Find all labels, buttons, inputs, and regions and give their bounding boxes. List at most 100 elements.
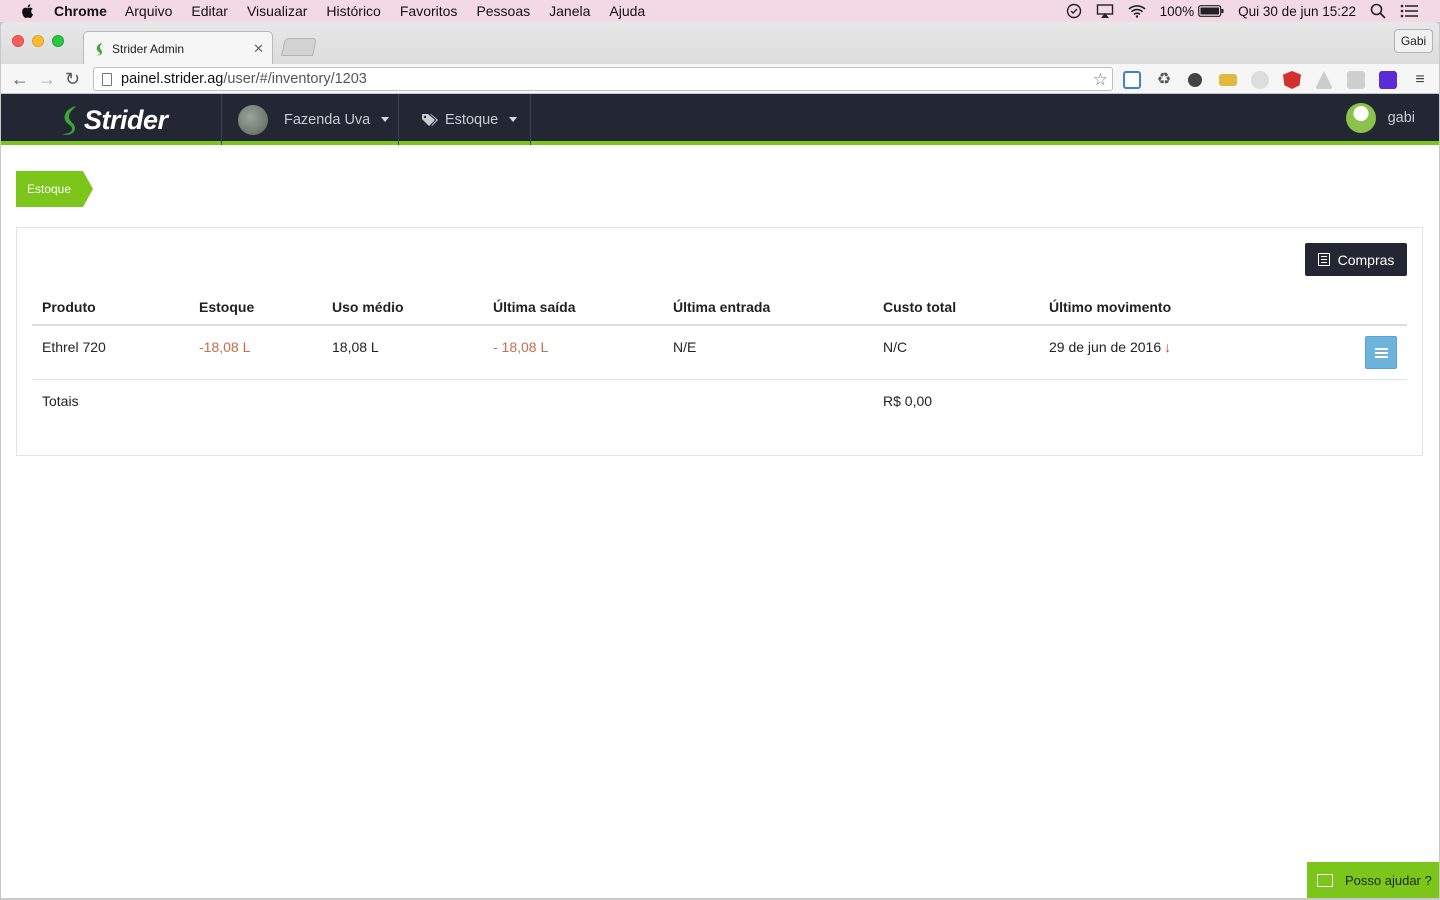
url-path: /user/#/inventory/1203	[223, 71, 367, 87]
apple-icon[interactable]	[20, 3, 36, 19]
strider-favicon-icon	[96, 42, 102, 55]
window-maximize-button[interactable]	[52, 35, 64, 47]
estoque-menu-dropdown[interactable]: Estoque	[398, 94, 531, 145]
window-controls	[12, 35, 64, 47]
cell-produto: Ethrel 720	[32, 325, 189, 380]
menubar-clock[interactable]: Qui 30 de jun 15:22	[1238, 4, 1356, 19]
inventory-table: Produto Estoque Uso médio Última saída Ú…	[32, 290, 1407, 425]
cell-uso-medio: 18,08 L	[322, 325, 483, 380]
estoque-menu-label: Estoque	[445, 111, 499, 128]
page-content: Estoque Compras Produto Estoque Uso médi…	[1, 149, 1439, 898]
forward-arrow-icon[interactable]: →	[38, 69, 56, 89]
user-avatar	[1345, 103, 1376, 133]
user-menu[interactable]: gabi	[1345, 103, 1415, 133]
cell-estoque: -18,08 L	[189, 325, 322, 380]
reload-icon[interactable]: ↻	[65, 69, 80, 89]
cell-ultimo-movimento: 29 de jun de 2016 ↓	[1039, 325, 1347, 380]
inventory-panel: Compras Produto Estoque Uso médio Última…	[16, 227, 1423, 456]
col-ultima-saida[interactable]: Última saída	[483, 290, 663, 326]
page-info-icon[interactable]	[102, 72, 112, 86]
farm-selector-dropdown[interactable]: Fazenda Uva	[221, 94, 398, 145]
airplay-icon[interactable]	[1096, 3, 1114, 19]
recycle-extension-icon[interactable]: ♻	[1155, 71, 1173, 89]
menu-favoritos[interactable]: Favoritos	[400, 3, 458, 19]
strider-leaf-icon	[62, 106, 76, 135]
vue-extension-icon[interactable]	[1251, 71, 1269, 89]
spotlight-search-icon[interactable]	[1370, 3, 1386, 19]
window-minimize-button[interactable]	[32, 35, 44, 47]
profile-button[interactable]: Gabi	[1394, 29, 1433, 53]
list-document-icon	[1317, 253, 1330, 266]
help-label: Posso ajudar ?	[1345, 872, 1432, 888]
menu-pessoas[interactable]: Pessoas	[476, 3, 530, 19]
menu-arquivo[interactable]: Arquivo	[125, 3, 172, 19]
totals-row: Totais R$ 0,00	[32, 379, 1407, 425]
address-bar[interactable]: painel.strider.ag/user/#/inventory/1203 …	[93, 67, 1113, 91]
breadcrumb-estoque[interactable]: Estoque	[16, 171, 94, 207]
cell-ultima-entrada: N/E	[663, 325, 873, 380]
cell-actions	[1347, 325, 1407, 380]
totals-custo-total: R$ 0,00	[883, 392, 933, 409]
farm-photo-avatar	[238, 104, 268, 135]
tags-icon	[422, 113, 438, 126]
farm-name: Fazenda Uva	[284, 111, 371, 128]
browser-titlebar: Strider Admin ✕ Gabi	[1, 22, 1439, 65]
tab-title: Strider Admin	[112, 41, 185, 56]
chrome-menu-icon[interactable]: ≡	[1411, 71, 1429, 89]
cell-custo-total: N/C	[873, 325, 1039, 380]
angular-extension-icon[interactable]	[1283, 71, 1301, 89]
battery-icon[interactable]	[1198, 5, 1224, 17]
back-arrow-icon[interactable]: ←	[11, 69, 29, 89]
menu-janela[interactable]: Janela	[549, 3, 590, 19]
ultimo-movimento-date: 29 de jun de 2016	[1049, 339, 1162, 355]
totals-label: Totais	[42, 392, 79, 409]
col-produto[interactable]: Produto	[32, 290, 189, 326]
menu-ajuda[interactable]: Ajuda	[609, 3, 645, 19]
drive-extension-icon[interactable]	[1315, 71, 1333, 89]
checkmark-status-icon[interactable]	[1066, 3, 1082, 19]
row-details-button[interactable]	[1365, 336, 1397, 369]
mercury-extension-icon[interactable]	[1379, 71, 1397, 89]
cell-ultima-saida: - 18,08 L	[483, 325, 663, 380]
battery-percent: 100%	[1159, 3, 1195, 19]
menu-editar[interactable]: Editar	[191, 3, 228, 19]
menu-visualizar[interactable]: Visualizar	[247, 3, 307, 19]
caret-down-icon	[509, 117, 518, 122]
screen-capture-extension-icon[interactable]	[1123, 71, 1141, 89]
compras-button[interactable]: Compras	[1305, 243, 1407, 276]
table-row[interactable]: Ethrel 720 -18,08 L 18,08 L - 18,08 L N/…	[32, 325, 1407, 380]
new-tab-button[interactable]	[281, 38, 317, 56]
col-ultima-entrada[interactable]: Última entrada	[663, 290, 873, 326]
col-actions	[1347, 290, 1407, 326]
compras-label: Compras	[1337, 251, 1395, 268]
help-chat-widget[interactable]: Posso ajudar ?	[1307, 862, 1439, 898]
browser-tab[interactable]: Strider Admin ✕	[83, 31, 273, 65]
os-menubar: Chrome Arquivo Editar Visualizar Históri…	[0, 0, 1440, 22]
user-name: gabi	[1387, 110, 1415, 126]
strider-logo[interactable]: Strider	[59, 104, 168, 136]
notification-center-icon[interactable]	[1400, 4, 1418, 18]
table-header-row: Produto Estoque Uso médio Última saída Ú…	[32, 290, 1407, 326]
browser-toolbar: ← → ↻ painel.strider.ag/user/#/inventory…	[1, 64, 1439, 94]
wifi-icon[interactable]	[1128, 4, 1146, 18]
col-uso-medio[interactable]: Uso médio	[322, 290, 483, 326]
col-ultimo-movimento[interactable]: Último movimento	[1039, 290, 1347, 326]
app-header: Strider Fazenda Uva Estoque gabi	[1, 94, 1439, 145]
color-picker-extension-icon[interactable]	[1188, 73, 1202, 87]
bookmark-star-icon[interactable]: ☆	[1093, 70, 1108, 90]
caret-down-icon	[381, 117, 390, 122]
chat-bubble-icon	[1317, 873, 1333, 887]
list-icon	[1374, 347, 1388, 358]
col-estoque[interactable]: Estoque	[189, 290, 322, 326]
browser-window: Strider Admin ✕ Gabi ← → ↻ painel.stride…	[1, 22, 1439, 898]
puzzle-extension-icon[interactable]	[1347, 71, 1365, 89]
col-custo-total[interactable]: Custo total	[873, 290, 1039, 326]
down-arrow-icon: ↓	[1164, 339, 1172, 355]
window-close-button[interactable]	[12, 35, 24, 47]
menubar-app-name[interactable]: Chrome	[54, 3, 107, 19]
tab-close-icon[interactable]: ✕	[253, 41, 264, 57]
brand-name: Strider	[84, 104, 168, 135]
menu-historico[interactable]: Histórico	[326, 3, 380, 19]
url-host: painel.strider.ag	[121, 71, 224, 87]
ruler-extension-icon[interactable]	[1219, 74, 1237, 86]
